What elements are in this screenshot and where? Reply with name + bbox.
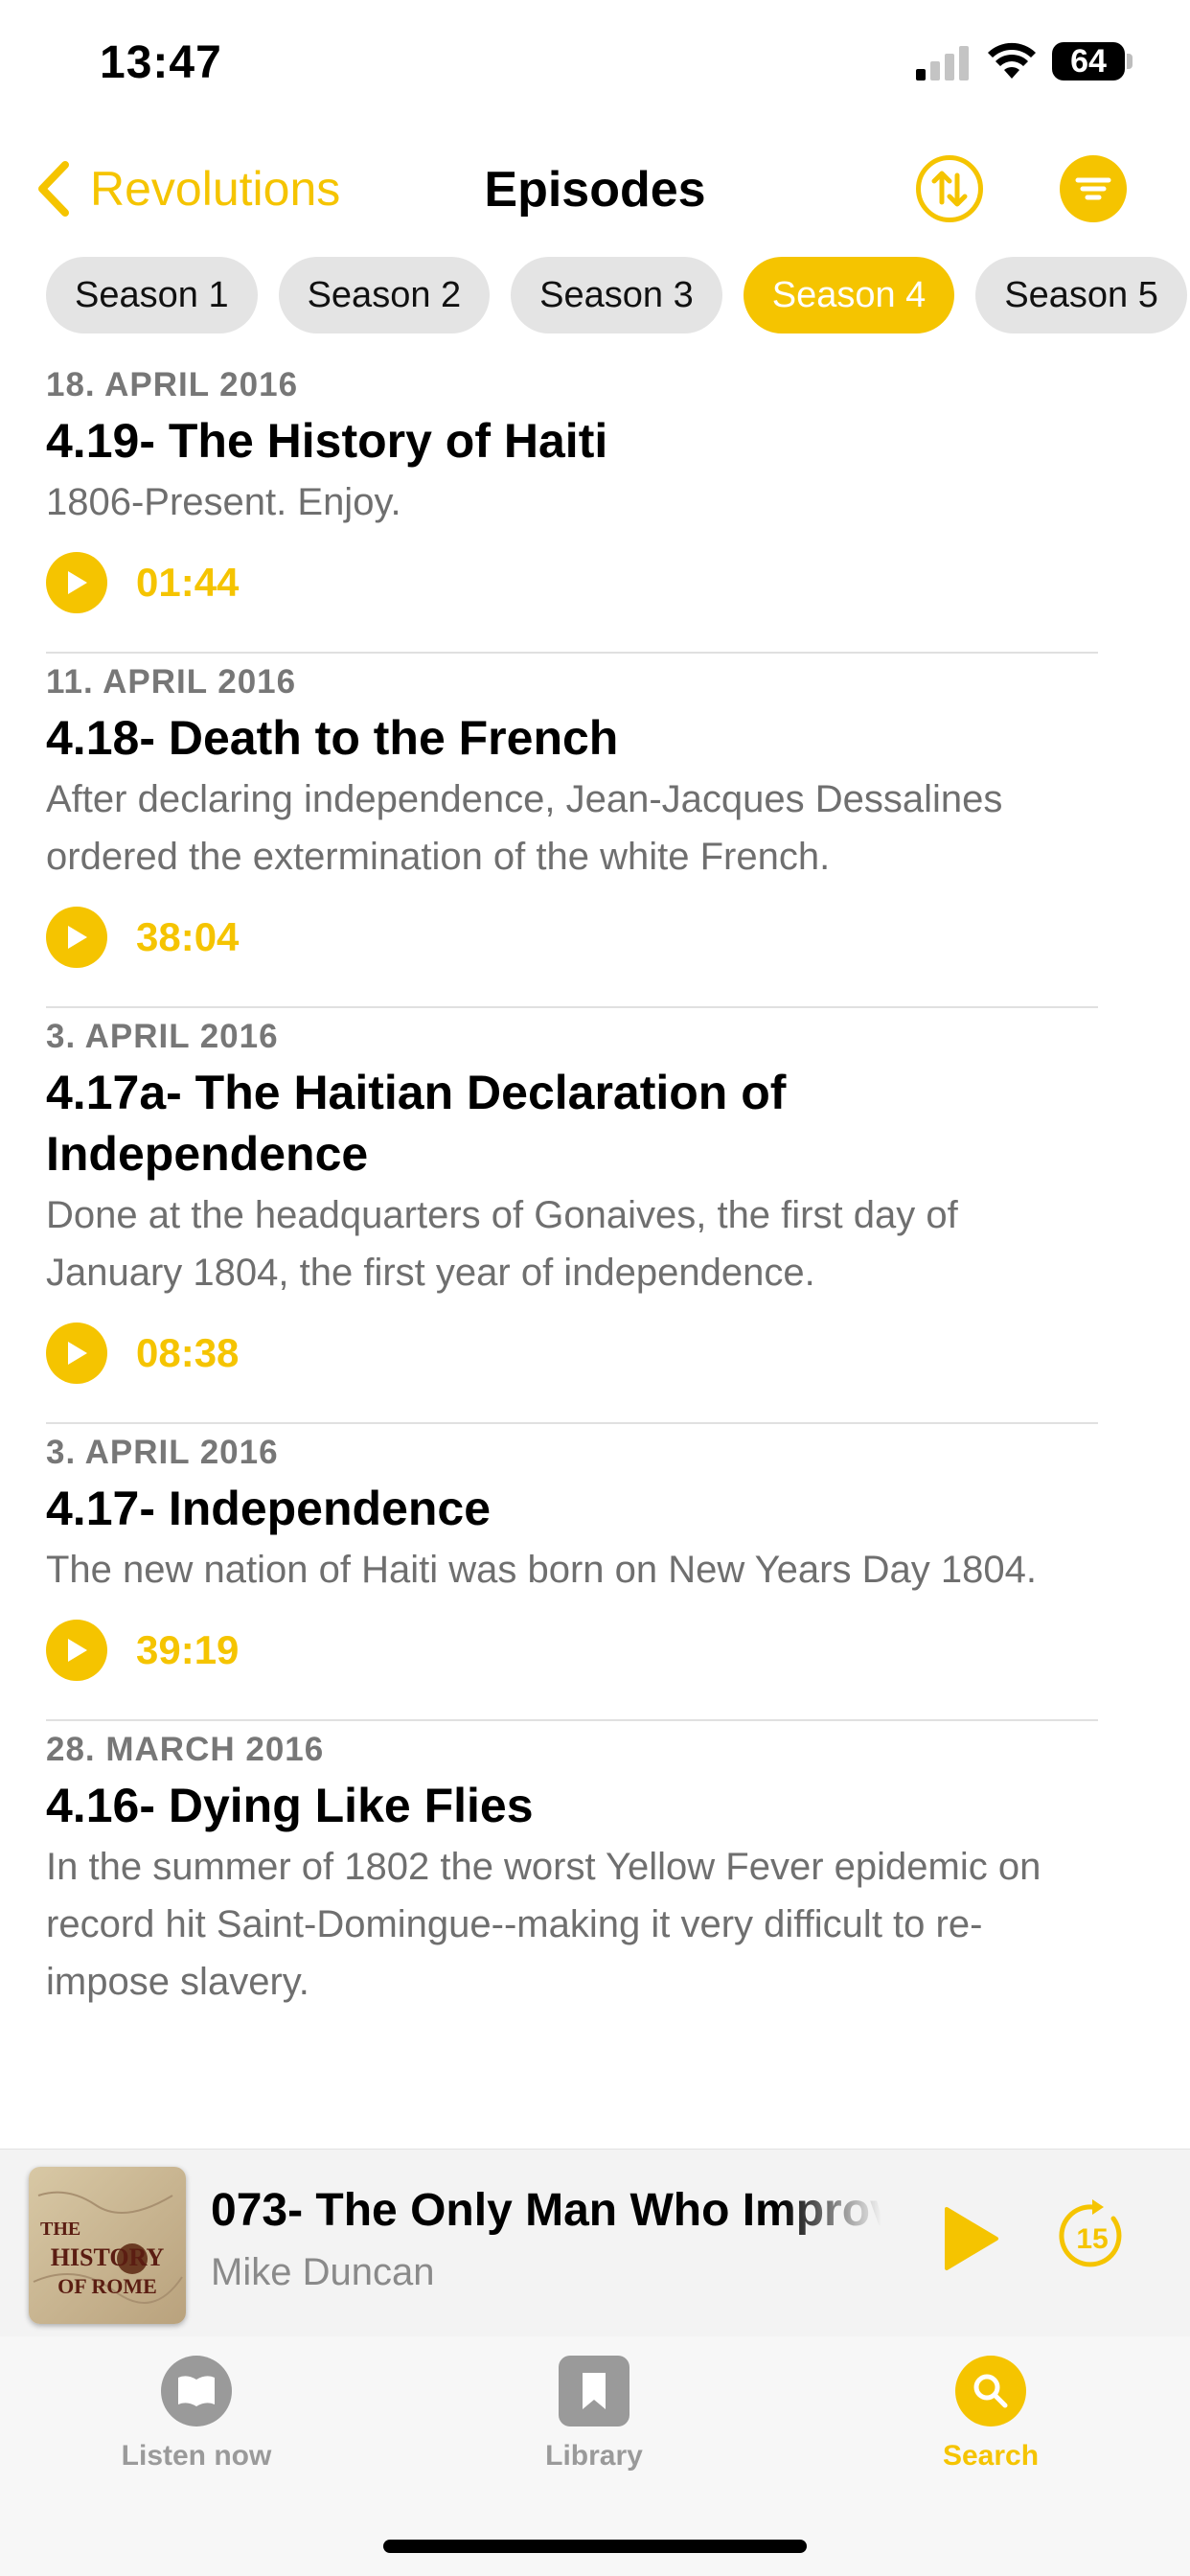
episode-description: 1806-Present. Enjoy. bbox=[46, 481, 401, 523]
episode-date: 3. APRIL 2016 bbox=[46, 1018, 279, 1055]
episode-title: 4.17- Independence bbox=[46, 1482, 492, 1535]
episode-list[interactable]: 18. APRIL 2016 4.19- The History of Hait… bbox=[0, 356, 1190, 2149]
back-button[interactable]: Revolutions bbox=[34, 159, 340, 218]
bookmark-icon bbox=[559, 2356, 629, 2426]
tab-library[interactable]: Library bbox=[469, 2356, 719, 2472]
episode-date: 3. APRIL 2016 bbox=[46, 1434, 279, 1471]
episode-date: 11. APRIL 2016 bbox=[46, 663, 297, 701]
book-open-icon bbox=[161, 2356, 232, 2426]
season-chip-4[interactable]: Season 4 bbox=[743, 257, 955, 334]
play-icon bbox=[46, 1322, 107, 1384]
tab-label: Library bbox=[545, 2440, 643, 2472]
cellular-signal-icon bbox=[916, 46, 969, 80]
podcast-artwork: THE HISTORY OF ROME bbox=[29, 2167, 186, 2324]
home-indicator bbox=[383, 2540, 807, 2553]
play-icon[interactable] bbox=[941, 2205, 1000, 2272]
mini-player[interactable]: THE HISTORY OF ROME 073- The Only Man Wh… bbox=[0, 2149, 1190, 2337]
episode-item[interactable]: 3. APRIL 2016 4.17- Independence The new… bbox=[0, 1424, 1190, 1721]
navigation-bar: Revolutions Episodes bbox=[0, 144, 1190, 240]
back-label: Revolutions bbox=[90, 162, 341, 216]
season-chip-2[interactable]: Season 2 bbox=[278, 257, 491, 334]
episode-title: 4.17a- The Haitian Declaration of Indepe… bbox=[46, 1066, 787, 1181]
play-icon bbox=[46, 907, 107, 968]
episode-item[interactable]: 3. APRIL 2016 4.17a- The Haitian Declara… bbox=[0, 1008, 1190, 1424]
tab-search[interactable]: Search bbox=[866, 2356, 1115, 2472]
skip-seconds: 15 bbox=[1076, 2223, 1108, 2255]
episode-play-button[interactable]: 01:44 bbox=[46, 552, 1098, 613]
season-chip-1[interactable]: Season 1 bbox=[46, 257, 258, 334]
play-icon bbox=[46, 1620, 107, 1681]
artwork-text: OF ROME bbox=[57, 2274, 157, 2298]
now-playing-title: 073- The Only Man Who Improved bbox=[211, 2185, 881, 2236]
sort-arrows-icon bbox=[931, 171, 968, 207]
episode-item[interactable]: 18. APRIL 2016 4.19- The History of Hait… bbox=[0, 356, 1190, 654]
play-icon bbox=[46, 552, 107, 613]
tab-label: Listen now bbox=[121, 2440, 272, 2472]
chevron-left-icon bbox=[38, 161, 69, 217]
status-bar: 13:47 64 bbox=[0, 0, 1190, 125]
episode-duration: 01:44 bbox=[136, 560, 240, 605]
episode-duration: 38:04 bbox=[136, 914, 240, 959]
artwork-text: HISTORY bbox=[50, 2243, 165, 2271]
battery-tip bbox=[1127, 54, 1133, 69]
season-chip-5[interactable]: Season 5 bbox=[975, 257, 1187, 334]
episode-description: After declaring independence, Jean-Jacqu… bbox=[46, 778, 1003, 878]
now-playing-author: Mike Duncan bbox=[211, 2251, 435, 2293]
filter-lines-icon bbox=[1075, 177, 1111, 200]
skip-forward-15-icon: 15 bbox=[1059, 2199, 1122, 2267]
episode-duration: 08:38 bbox=[136, 1330, 240, 1375]
episode-description: Done at the headquarters of Gonaives, th… bbox=[46, 1194, 958, 1294]
episode-play-button[interactable]: 08:38 bbox=[46, 1322, 1098, 1384]
episode-play-button[interactable]: 39:19 bbox=[46, 1620, 1098, 1681]
episode-item[interactable]: 28. MARCH 2016 4.16- Dying Like Flies In… bbox=[0, 1721, 1190, 2049]
episode-date: 18. APRIL 2016 bbox=[46, 366, 299, 403]
episode-title: 4.16- Dying Like Flies bbox=[46, 1779, 534, 1832]
episode-play-button[interactable]: 38:04 bbox=[46, 907, 1098, 968]
skip-forward-button[interactable]: 15 bbox=[1054, 2197, 1131, 2274]
episode-description: The new nation of Haiti was born on New … bbox=[46, 1549, 1037, 1591]
episode-title: 4.18- Death to the French bbox=[46, 711, 619, 765]
wifi-icon bbox=[988, 42, 1036, 79]
tab-listen-now[interactable]: Listen now bbox=[72, 2356, 321, 2472]
episode-title: 4.19- The History of Haiti bbox=[46, 414, 608, 468]
tab-label: Search bbox=[942, 2440, 1040, 2472]
episode-item[interactable]: 11. APRIL 2016 4.18- Death to the French… bbox=[0, 654, 1190, 1008]
battery-icon: 64 bbox=[1052, 42, 1125, 80]
search-icon bbox=[955, 2356, 1026, 2426]
episode-description: In the summer of 1802 the worst Yellow F… bbox=[46, 1846, 1041, 2003]
season-chip-3[interactable]: Season 3 bbox=[511, 257, 722, 334]
status-time: 13:47 bbox=[100, 37, 222, 88]
episode-date: 28. MARCH 2016 bbox=[46, 1731, 325, 1768]
season-selector: Season 1 Season 2 Season 3 Season 4 Season 5 bbox=[46, 257, 1190, 335]
sort-button[interactable] bbox=[916, 155, 983, 222]
filter-button[interactable] bbox=[1060, 155, 1127, 222]
artwork-text: THE bbox=[40, 2219, 81, 2240]
episode-duration: 39:19 bbox=[136, 1627, 240, 1672]
